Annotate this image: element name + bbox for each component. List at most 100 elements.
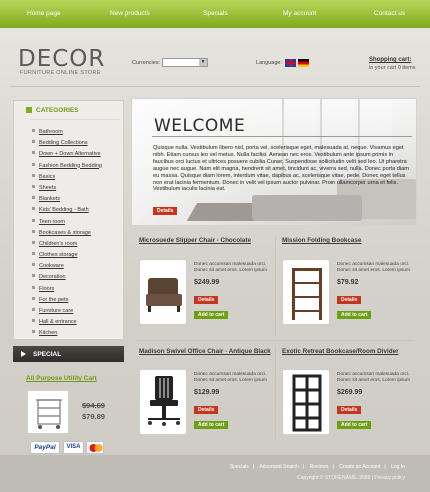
category-item[interactable]: Bookcases & storage <box>32 228 102 239</box>
footer <box>0 455 430 492</box>
top-nav: Home page New products Specials My accou… <box>0 0 430 28</box>
office-chair-icon <box>148 376 180 426</box>
nav-home[interactable]: Home page <box>27 10 61 17</box>
divider <box>275 236 276 336</box>
visa-icon: VISA <box>63 441 84 454</box>
divider <box>275 346 276 441</box>
footer-link-create-account[interactable]: Create an Account <box>339 464 380 470</box>
armchair-icon <box>146 278 182 312</box>
divider <box>152 136 412 137</box>
banner-sofa <box>252 195 362 221</box>
welcome-details-button[interactable]: Details <box>153 207 178 215</box>
add-to-cart-button[interactable]: Add to cart <box>194 311 229 319</box>
add-to-cart-button[interactable]: Add to cart <box>337 311 372 319</box>
category-item[interactable]: Children's room <box>32 239 102 250</box>
de-flag-icon[interactable] <box>298 59 309 67</box>
room-divider-icon <box>292 374 322 432</box>
category-item[interactable]: Fashion Bedding Bedding <box>32 161 102 172</box>
categories-heading: CATEGORIES <box>26 107 79 114</box>
mastercard-icon: mastercard <box>86 441 104 454</box>
product-title[interactable]: Exotic Retreat Bookcase/Room Divider <box>282 347 414 357</box>
categories-heading-text: CATEGORIES <box>36 107 79 114</box>
footer-separator: | <box>384 464 386 470</box>
product-price: $79.92 <box>337 279 359 286</box>
footer-link-specials[interactable]: Specials <box>230 464 249 470</box>
product-image[interactable] <box>139 259 187 325</box>
footer-separator: | <box>302 464 305 470</box>
currencies-label: Currencies: <box>132 60 161 66</box>
category-item[interactable]: For the pets <box>32 295 102 306</box>
logo-subtitle: FURNITURE ONLINE STORE <box>20 70 101 76</box>
category-item[interactable]: Kitchen <box>32 328 102 339</box>
special-header: SPECIAL <box>13 346 124 362</box>
special-new-price: $79.89 <box>82 412 105 421</box>
welcome-text: Quisque nulla. Vestibulum libero nisl, p… <box>153 145 409 193</box>
product-description: Donec accumsan malesuada orci. Donec sit… <box>194 372 268 383</box>
category-item[interactable]: Blankets <box>32 194 102 205</box>
special-product-title[interactable]: All Purpose Utility Cart <box>26 375 97 382</box>
category-item[interactable]: Furniture care <box>32 306 102 317</box>
footer-link-advanced-search[interactable]: Advanced Search <box>259 464 298 470</box>
language-label: Language: <box>256 60 282 66</box>
category-item[interactable]: Sheets <box>32 183 102 194</box>
footer-separator: | <box>252 464 255 470</box>
cart-status: in your cart 0 items <box>369 65 416 71</box>
product-price: $129.99 <box>194 389 220 396</box>
product-title[interactable]: Microsuede Slipper Chair - Chocolate <box>139 236 269 246</box>
shopping-cart-link[interactable]: Shopping cart: <box>369 57 411 63</box>
footer-link-login[interactable]: Log In <box>391 464 405 470</box>
paypal-icon: PayPal <box>30 441 60 454</box>
category-item[interactable]: Bedding Collections <box>32 138 102 149</box>
details-button[interactable]: Details <box>337 406 362 414</box>
add-to-cart-button[interactable]: Add to cart <box>337 421 372 429</box>
product-title[interactable]: Madison Swivel Office Chair - Antique Bl… <box>139 347 271 357</box>
nav-new-products[interactable]: New products <box>110 10 150 17</box>
product-title[interactable]: Mission Folding Bookcase <box>282 236 412 246</box>
category-item[interactable]: Clothes storage <box>32 250 102 261</box>
category-item[interactable]: Cookware <box>32 261 102 272</box>
divider <box>30 119 120 120</box>
uk-flag-icon[interactable] <box>285 59 296 67</box>
chevron-down-icon[interactable]: ▼ <box>199 59 207 66</box>
currency-select[interactable]: ▼ <box>162 58 208 67</box>
footer-separator: | <box>332 464 334 470</box>
nav-my-account[interactable]: My account <box>283 10 316 17</box>
category-item[interactable]: Hall & entrance <box>32 317 102 328</box>
copyright: Copyright © STORENAME, 2008 | Privacy po… <box>297 475 405 481</box>
details-button[interactable]: Details <box>194 296 219 304</box>
welcome-title: WELCOME <box>154 116 246 136</box>
mastercard-logo: mastercard <box>89 444 103 454</box>
footer-links: Specials | Advanced Search | Reviews | Crea… <box>226 464 405 470</box>
product-description: Donec accumsan malesuada orci. Donec sit… <box>337 262 411 273</box>
special-product-image[interactable] <box>27 390 69 434</box>
details-button[interactable]: Details <box>337 296 362 304</box>
welcome-banner: WELCOME Quisque nulla. Vestibulum libero… <box>131 98 417 226</box>
category-item[interactable]: Decoration <box>32 272 102 283</box>
category-item[interactable]: Teen room <box>32 217 102 228</box>
add-to-cart-button[interactable]: Add to cart <box>194 421 229 429</box>
categories-box: CATEGORIES Bathroom Bedding Collections … <box>13 100 124 340</box>
bullet-icon <box>26 107 32 113</box>
details-button[interactable]: Details <box>194 406 219 414</box>
mastercard-label: mastercard <box>90 452 102 454</box>
product-image[interactable] <box>282 369 330 435</box>
category-item[interactable]: Down + Down Alternative <box>32 149 102 160</box>
category-item[interactable]: Basics <box>32 172 102 183</box>
special-heading: SPECIAL <box>33 350 62 358</box>
arrow-right-icon <box>21 351 26 357</box>
category-item[interactable]: Floors <box>32 284 102 295</box>
logo[interactable]: DECOR <box>18 46 105 72</box>
footer-link-reviews[interactable]: Reviews <box>310 464 329 470</box>
product-price: $269.99 <box>337 389 363 396</box>
category-list: Bathroom Bedding Collections Down + Down… <box>32 127 102 340</box>
product-image[interactable] <box>282 259 330 325</box>
category-item[interactable]: Bathroom <box>32 127 102 138</box>
nav-specials[interactable]: Specials <box>203 10 228 17</box>
nav-contact[interactable]: Contact us <box>374 10 405 17</box>
product-description: Donec accumsan malesuada orci. Donec sit… <box>337 372 411 383</box>
divider <box>135 340 413 341</box>
product-price: $249.99 <box>194 279 220 286</box>
product-image[interactable] <box>139 369 187 435</box>
category-item[interactable]: Kids' Bedding - Bath <box>32 205 102 216</box>
bookcase-icon <box>292 268 322 320</box>
